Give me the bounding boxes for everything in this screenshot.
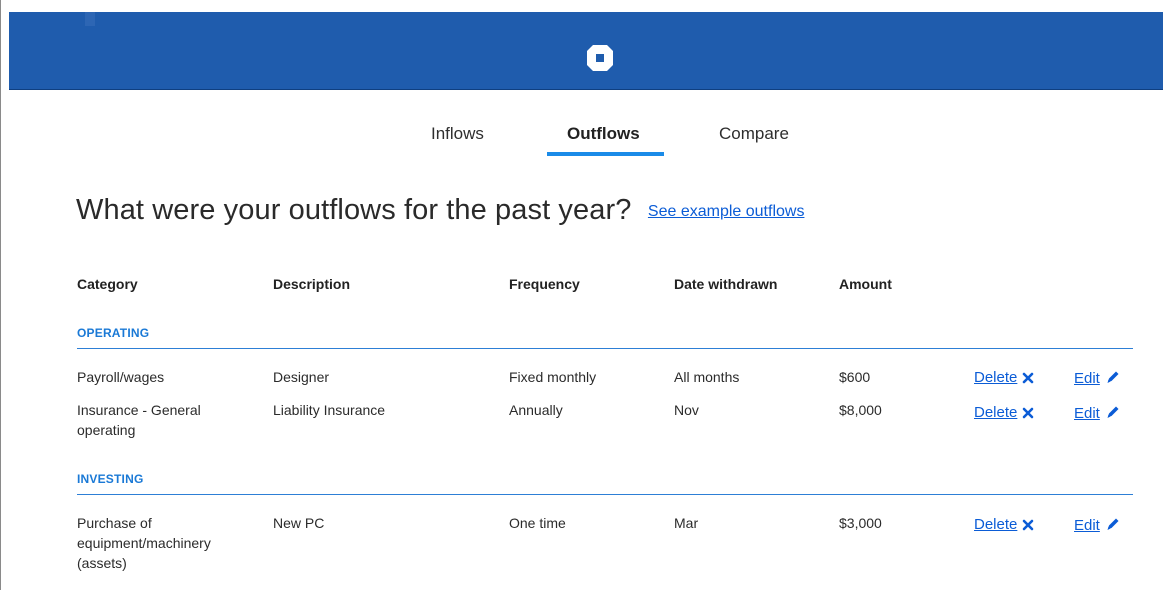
cell-amount: $3,000 bbox=[839, 515, 882, 531]
section-divider bbox=[77, 494, 1133, 495]
tab-outflows[interactable]: Outflows bbox=[567, 124, 640, 144]
edit-button[interactable]: Edit bbox=[1074, 516, 1121, 534]
delete-label: Delete bbox=[974, 404, 1018, 421]
delete-button[interactable]: Delete bbox=[974, 369, 1034, 386]
pencil-icon bbox=[1107, 406, 1119, 418]
column-header-amount: Amount bbox=[839, 276, 892, 292]
column-header-date-withdrawn: Date withdrawn bbox=[674, 276, 778, 292]
column-header-category: Category bbox=[77, 276, 138, 292]
page-title: What were your outflows for the past yea… bbox=[76, 194, 632, 226]
cell-description: Designer bbox=[273, 369, 330, 385]
cell-amount: $600 bbox=[839, 369, 871, 385]
cell-description: New PC bbox=[273, 515, 325, 531]
column-header-description: Description bbox=[273, 276, 351, 292]
bank-octagon-logo-icon[interactable] bbox=[585, 43, 615, 73]
cell-date-withdrawn: Nov bbox=[674, 402, 699, 418]
delete-button[interactable]: Delete bbox=[974, 516, 1034, 533]
edit-button[interactable]: Edit bbox=[1074, 404, 1121, 422]
cell-amount: $8,000 bbox=[839, 402, 882, 418]
cell-description: Liability Insurance bbox=[273, 402, 386, 418]
delete-label: Delete bbox=[974, 369, 1018, 386]
cell-frequency: One time bbox=[509, 515, 566, 531]
delete-label: Delete bbox=[974, 516, 1018, 533]
pencil-icon bbox=[1107, 371, 1119, 383]
see-example-outflows-link[interactable]: See example outflows bbox=[648, 203, 805, 220]
section-label-investing: INVESTING bbox=[77, 472, 144, 486]
edit-button[interactable]: Edit bbox=[1074, 369, 1121, 387]
cell-date-withdrawn: Mar bbox=[674, 515, 699, 531]
cell-category: Payroll/wages bbox=[77, 369, 165, 385]
cell-frequency: Annually bbox=[509, 402, 563, 418]
top-banner bbox=[9, 12, 1163, 90]
active-tab-indicator bbox=[547, 152, 664, 156]
edit-label: Edit bbox=[1074, 370, 1100, 387]
banner-notch bbox=[85, 12, 95, 26]
cell-category: Purchase of equipment/machinery (assets) bbox=[77, 515, 211, 571]
delete-button[interactable]: Delete bbox=[974, 404, 1034, 421]
cell-frequency: Fixed monthly bbox=[509, 369, 597, 385]
cell-date-withdrawn: All months bbox=[674, 369, 740, 385]
tab-inflows[interactable]: Inflows bbox=[431, 124, 484, 144]
close-x-icon bbox=[1023, 407, 1034, 419]
section-label-operating: OPERATING bbox=[77, 326, 150, 340]
title-row: What were your outflows for the past yea… bbox=[76, 194, 804, 227]
pencil-icon bbox=[1107, 518, 1119, 530]
column-header-frequency: Frequency bbox=[509, 276, 580, 292]
close-x-icon bbox=[1023, 372, 1034, 384]
edit-label: Edit bbox=[1074, 517, 1100, 534]
app-frame: Inflows Outflows Compare What were your … bbox=[0, 0, 1163, 590]
cell-category: Insurance - General operating bbox=[77, 402, 201, 438]
close-x-icon bbox=[1023, 519, 1034, 531]
tab-bar: Inflows Outflows Compare bbox=[1, 124, 1163, 164]
edit-label: Edit bbox=[1074, 405, 1100, 422]
tab-compare[interactable]: Compare bbox=[719, 124, 789, 144]
section-divider bbox=[77, 348, 1133, 349]
